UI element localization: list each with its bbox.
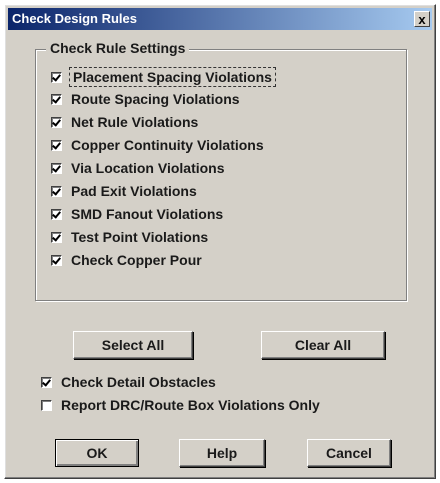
check-design-rules-dialog: Check Design Rules x Check Rule Settings… [4, 4, 436, 479]
checkbox-route-spacing[interactable]: Route Spacing Violations [51, 88, 240, 110]
checkbox-icon [51, 71, 62, 83]
checkbox-icon [51, 116, 62, 128]
clear-all-button[interactable]: Clear All [261, 331, 385, 359]
checkbox-icon [51, 185, 62, 197]
checkbox-label: Report DRC/Route Box Violations Only [61, 397, 320, 413]
select-all-button[interactable]: Select All [73, 331, 193, 359]
close-button[interactable]: x [414, 11, 430, 27]
checkbox-label: Via Location Violations [71, 160, 225, 176]
checkbox-pad-exit[interactable]: Pad Exit Violations [51, 180, 197, 202]
checkbox-test-point[interactable]: Test Point Violations [51, 226, 208, 248]
checkbox-net-rule[interactable]: Net Rule Violations [51, 111, 198, 133]
checkbox-label: Copper Continuity Violations [71, 137, 264, 153]
title-bar: Check Design Rules x [8, 8, 432, 30]
checkbox-label: Route Spacing Violations [71, 91, 240, 107]
checkbox-icon [51, 254, 62, 266]
checkbox-via-location[interactable]: Via Location Violations [51, 157, 225, 179]
checkbox-icon [51, 139, 62, 151]
checkbox-icon [51, 93, 62, 105]
checkbox-icon [41, 376, 52, 388]
checkbox-label: SMD Fanout Violations [71, 206, 224, 222]
checkbox-report-drc-route-box[interactable]: Report DRC/Route Box Violations Only [41, 394, 320, 416]
checkbox-label: Check Detail Obstacles [61, 374, 216, 390]
help-button[interactable]: Help [179, 439, 265, 467]
checkbox-icon [51, 231, 62, 243]
checkbox-placement-spacing[interactable]: Placement Spacing Violations [51, 66, 276, 88]
checkbox-icon [51, 162, 62, 174]
group-title: Check Rule Settings [46, 40, 190, 56]
checkbox-smd-fanout[interactable]: SMD Fanout Violations [51, 203, 223, 225]
window-title: Check Design Rules [12, 11, 137, 26]
checkbox-label: Check Copper Pour [71, 252, 202, 268]
checkbox-label: Net Rule Violations [71, 114, 199, 130]
checkbox-check-detail-obstacles[interactable]: Check Detail Obstacles [41, 371, 216, 393]
cancel-button[interactable]: Cancel [307, 439, 391, 467]
checkbox-label: Pad Exit Violations [71, 183, 197, 199]
checkbox-copper-continuity[interactable]: Copper Continuity Violations [51, 134, 264, 156]
ok-button[interactable]: OK [55, 439, 139, 467]
checkbox-label: Placement Spacing Violations [69, 67, 276, 87]
checkbox-label: Test Point Violations [71, 229, 209, 245]
checkbox-icon [41, 399, 52, 411]
checkbox-check-copper-pour[interactable]: Check Copper Pour [51, 249, 202, 271]
checkbox-icon [51, 208, 62, 220]
